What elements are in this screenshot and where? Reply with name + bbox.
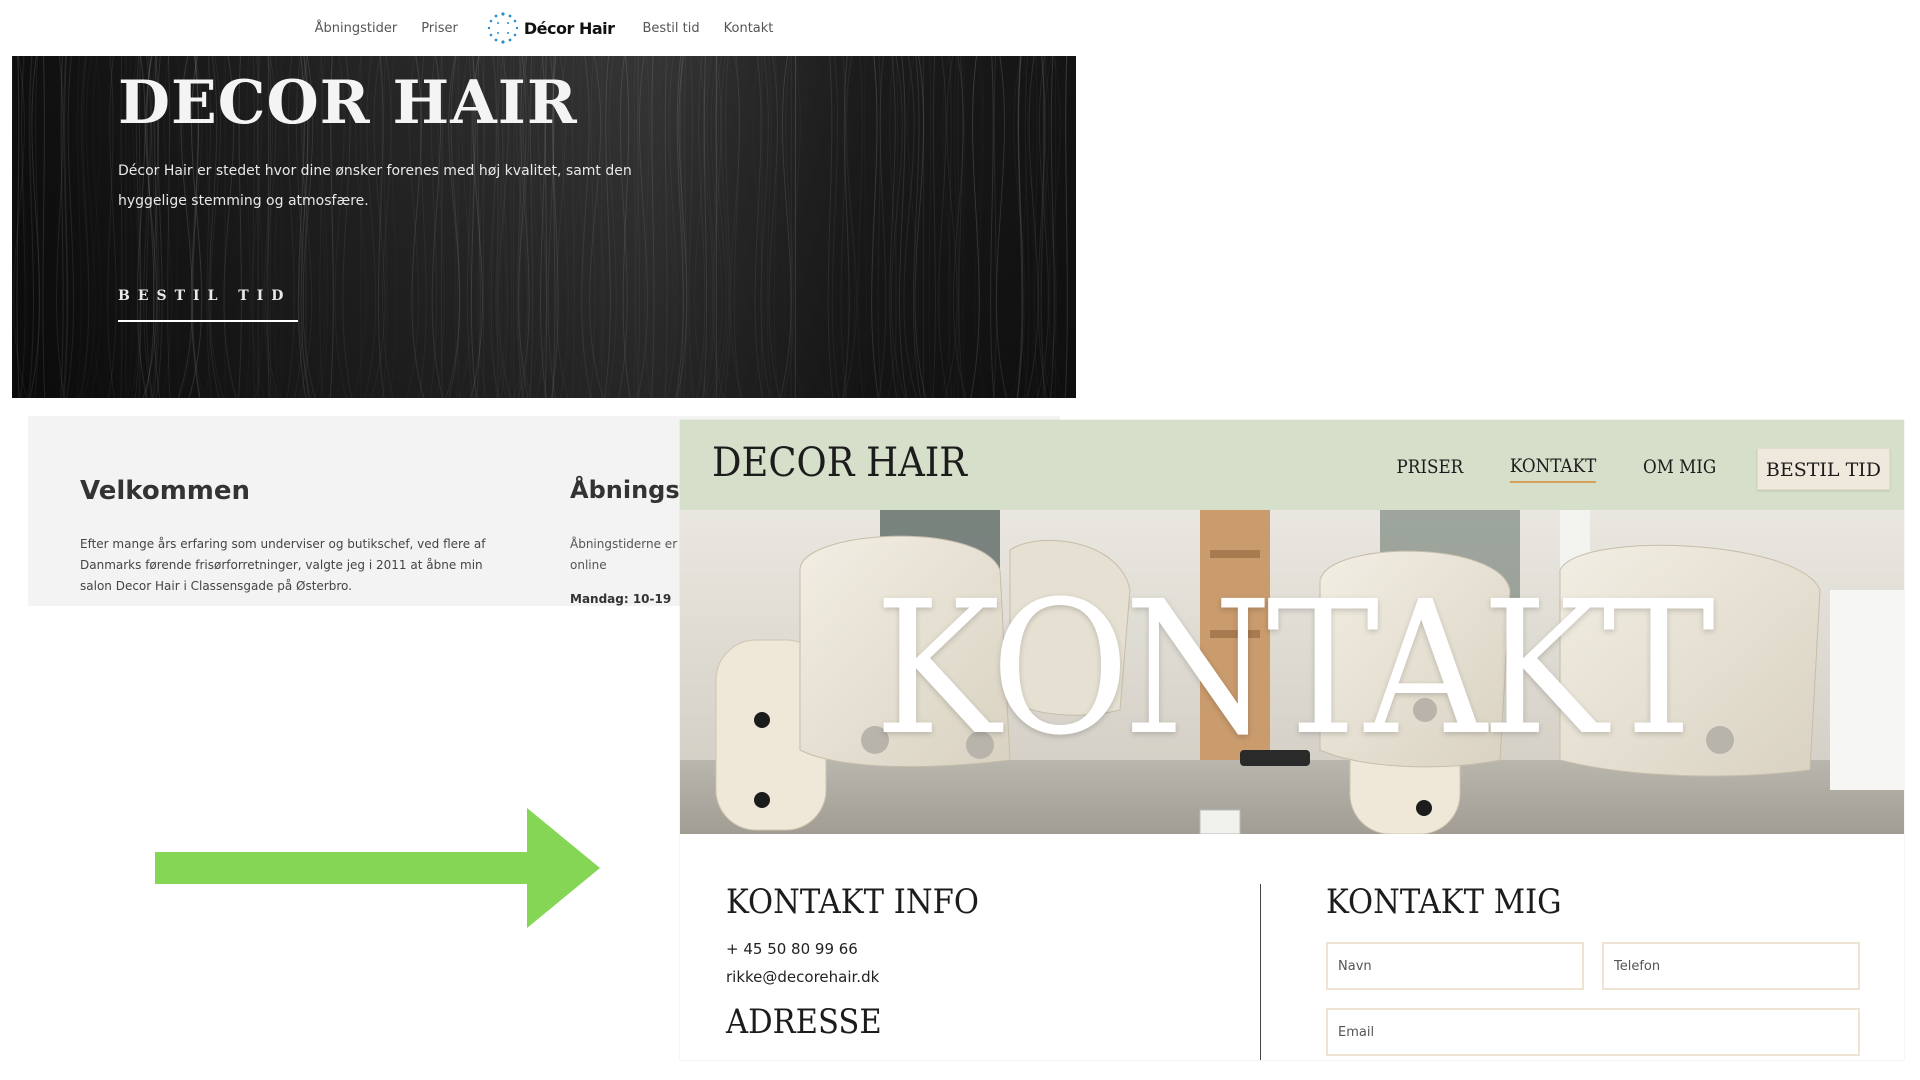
new-site-header: DECOR HAIR PRISER KONTAKT OM MIG BESTIL … <box>680 420 1904 510</box>
old-nav-link-contact[interactable]: Kontakt <box>724 21 774 36</box>
contact-section: KONTAKT INFO + 45 50 80 99 66 rikke@deco… <box>680 834 1904 1060</box>
new-site-brand[interactable]: DECOR HAIR <box>712 440 967 486</box>
column-divider <box>1260 884 1261 1060</box>
address-title: ADRESSE <box>726 1002 882 1042</box>
welcome-title: Velkommen <box>80 476 251 506</box>
old-nav-link-prices[interactable]: Priser <box>421 21 458 36</box>
contact-form-title: KONTAKT MIG <box>1326 882 1562 922</box>
old-hero-banner: DECOR HAIR Décor Hair er stedet hvor din… <box>12 56 1076 398</box>
old-site-nav: Åbningstider Priser Décor Hair Bestil ti… <box>12 0 1076 56</box>
old-logo-text: Décor Hair <box>523 18 615 38</box>
salon-hero-image: KONTAKT <box>680 510 1904 834</box>
logo-dots-icon <box>486 11 520 45</box>
hours-monday: Mandag: 10-19 <box>570 592 672 606</box>
old-nav-link-hours[interactable]: Åbningstider <box>315 21 398 36</box>
contact-info-title: KONTAKT INFO <box>726 882 979 922</box>
new-site-screenshot: DECOR HAIR PRISER KONTAKT OM MIG BESTIL … <box>680 420 1904 1060</box>
nav-link-priser[interactable]: PRISER <box>1396 456 1463 482</box>
nav-link-kontakt[interactable]: KONTAKT <box>1509 455 1596 483</box>
nav-link-om-mig[interactable]: OM MIG <box>1643 456 1716 482</box>
old-hero-title: DECOR HAIR <box>118 68 578 138</box>
old-hero-text: Décor Hair er stedet hvor dine ønsker fo… <box>118 163 632 209</box>
contact-phone[interactable]: + 45 50 80 99 66 <box>726 940 858 958</box>
old-site-logo[interactable]: Décor Hair <box>486 11 615 45</box>
contact-email[interactable]: rikke@decorehair.dk <box>726 968 879 986</box>
email-field[interactable] <box>1326 1008 1860 1056</box>
green-arrow-icon <box>155 808 600 928</box>
new-site-nav: PRISER KONTAKT OM MIG BESTIL TID <box>1392 448 1890 490</box>
name-field[interactable] <box>1326 942 1584 990</box>
old-book-button[interactable]: BESTIL TID <box>118 288 298 322</box>
kontakt-hero-heading: KONTAKT <box>874 562 1715 776</box>
phone-field[interactable] <box>1602 942 1860 990</box>
old-nav-link-book[interactable]: Bestil tid <box>643 21 700 36</box>
bestil-tid-button[interactable]: BESTIL TID <box>1756 448 1890 490</box>
welcome-text: Efter mange års erfaring som underviser … <box>80 537 486 593</box>
